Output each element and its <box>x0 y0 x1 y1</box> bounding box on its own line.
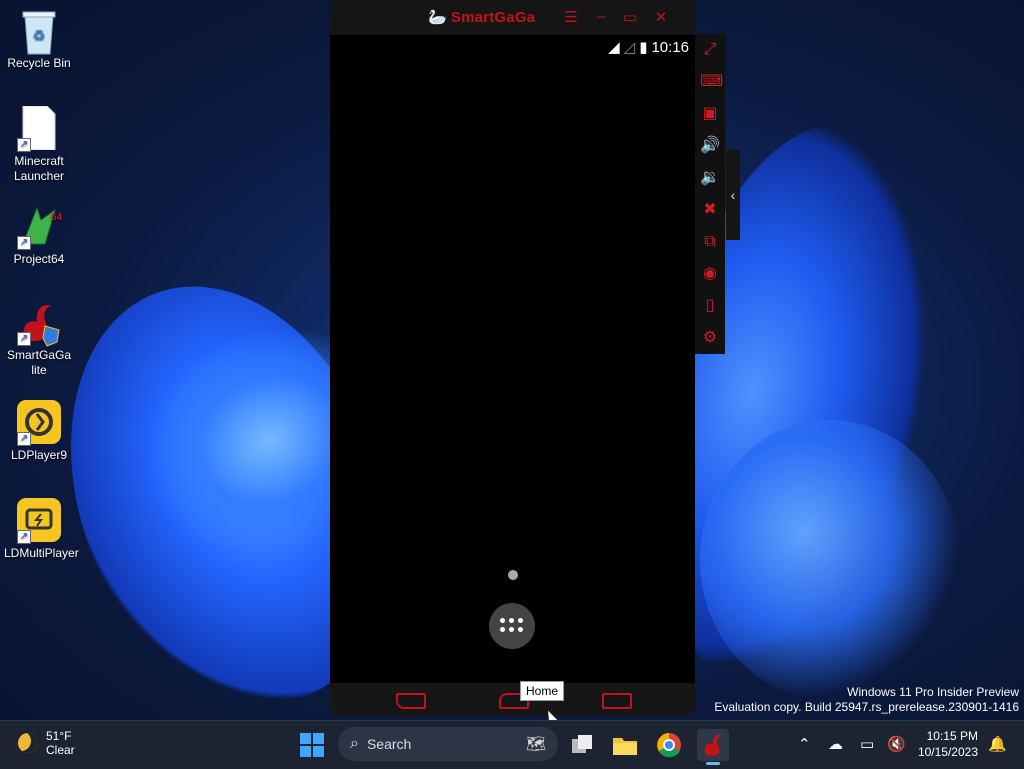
status-time: 10:16 <box>651 38 689 56</box>
page-indicator <box>508 570 518 580</box>
window-titlebar[interactable]: 🦢 SmartGaGa ☰ – ▭ ✕ <box>330 0 695 35</box>
desktop-icon-smartgaga-lite[interactable]: ↗ SmartGaGa lite <box>4 300 74 378</box>
emulator-side-toolbar: ⤢ ⌨ ▣ 🔊 🔉 ✖ ⧉ ◉ ▯ ⚙ <box>695 34 725 354</box>
desktop-icon-minecraft-launcher[interactable]: ↗ Minecraft Launcher <box>4 105 74 184</box>
ldmultiplayer-icon: ↗ <box>17 498 61 544</box>
app-logo: 🦢 SmartGaGa <box>428 9 536 26</box>
location-icon[interactable]: ◉ <box>700 264 720 284</box>
desktop-icon-label: LDMultiPlayer <box>4 546 79 560</box>
smartgaga-swan-icon: ↗ <box>17 300 61 347</box>
shortcut-arrow-icon: ↗ <box>17 236 31 250</box>
shortcut-arrow-icon: ↗ <box>17 138 31 152</box>
document-icon: ↗ <box>17 105 61 152</box>
android-status-bar: ◢ ◿ ▮ 10:16 <box>608 38 689 57</box>
volume-down-icon[interactable]: 🔉 <box>700 168 720 188</box>
file-explorer-button[interactable] <box>609 729 641 761</box>
desktop-icon-recycle-bin[interactable]: ♻ Recycle Bin <box>4 8 74 71</box>
shake-icon[interactable]: ▯ <box>700 296 720 316</box>
search-icon: ⌕ <box>350 735 359 752</box>
chevron-left-icon: ‹ <box>730 187 736 203</box>
taskbar: 51°F Clear ⌕ Search 🗺 ⌃ ☁ ▭ 🔇 10:15 PM 1… <box>0 720 1024 769</box>
minimize-button[interactable]: – <box>592 8 610 25</box>
moon-icon <box>18 733 38 753</box>
smartgaga-taskbar-button[interactable] <box>697 729 729 765</box>
multi-instance-icon[interactable]: ⧉ <box>700 232 720 252</box>
volume-muted-icon[interactable]: 🔇 <box>887 735 906 753</box>
fullscreen-icon[interactable]: ⤢ <box>700 40 720 60</box>
network-icon[interactable]: ▭ <box>860 735 874 753</box>
taskbar-search[interactable]: ⌕ Search 🗺 <box>338 727 558 761</box>
weather-condition: Clear <box>46 743 75 757</box>
keyboard-icon[interactable]: ⌨ <box>700 72 723 92</box>
back-button[interactable] <box>396 693 426 709</box>
smartgaga-window[interactable]: 🦢 SmartGaGa ☰ – ▭ ✕ ◢ ◿ ▮ 10:16 <box>330 0 695 716</box>
wifi-icon: ◢ <box>608 39 620 56</box>
ldplayer-icon: ↗ <box>17 400 61 446</box>
notification-bell-icon[interactable]: 🔔 <box>988 735 1007 753</box>
android-nav-bar <box>330 683 695 716</box>
shortcut-arrow-icon: ↗ <box>17 530 31 544</box>
weather-widget[interactable]: 51°F Clear <box>18 729 75 757</box>
maximize-button[interactable]: ▭ <box>621 8 639 26</box>
desktop-icon-label: Project64 <box>13 252 65 266</box>
svg-text:♻: ♻ <box>33 27 46 43</box>
toolbar-collapse-button[interactable]: ‹ <box>726 150 740 240</box>
shortcut-arrow-icon: ↗ <box>17 332 31 346</box>
start-button[interactable] <box>300 733 324 757</box>
volume-up-icon[interactable]: 🔊 <box>700 136 720 156</box>
home-tooltip: Home <box>520 681 565 701</box>
close-icon: ✕ <box>654 9 668 26</box>
project64-icon: 64 ↗ <box>17 204 63 250</box>
search-highlight-icon: 🗺 <box>525 736 546 753</box>
desktop-icon-label: SmartGaGa lite <box>6 348 72 377</box>
battery-icon: ▮ <box>639 39 648 56</box>
apk-icon[interactable]: ▣ <box>700 104 720 124</box>
desktop-icon-label: Minecraft Launcher <box>13 154 65 183</box>
clock-date: 10/15/2023 <box>917 745 978 759</box>
desktop-icon-ldmultiplayer[interactable]: ↗ LDMultiPlayer <box>4 498 79 561</box>
recents-button[interactable] <box>602 693 632 709</box>
swan-logo-icon: 🦢 <box>428 9 447 26</box>
menu-icon: ☰ <box>564 9 578 26</box>
svg-text:64: 64 <box>51 212 61 223</box>
desktop-icon-project64[interactable]: 64 ↗ Project64 <box>4 204 74 267</box>
chevron-up-icon: ⌃ <box>798 736 811 753</box>
maximize-icon: ▭ <box>622 9 638 26</box>
desktop-icon-ldplayer9[interactable]: ↗ LDPlayer9 <box>4 400 74 463</box>
minimize-icon: – <box>596 8 606 25</box>
active-indicator <box>706 762 720 765</box>
weather-temp: 51°F <box>46 729 72 743</box>
menu-button[interactable]: ☰ <box>562 8 580 26</box>
show-hidden-icons-button[interactable]: ⌃ <box>798 735 811 753</box>
close-app-icon[interactable]: ✖ <box>700 200 720 220</box>
onedrive-icon[interactable]: ☁ <box>828 735 843 753</box>
app-drawer-button[interactable] <box>489 603 535 649</box>
wallpaper-bloom <box>700 420 960 700</box>
shortcut-arrow-icon: ↗ <box>17 432 31 446</box>
signal-icon: ◿ <box>623 39 636 56</box>
recycle-bin-icon: ♻ <box>17 8 61 55</box>
close-button[interactable]: ✕ <box>652 8 670 26</box>
settings-icon[interactable]: ⚙ <box>700 328 720 348</box>
search-placeholder: Search <box>366 736 412 752</box>
system-clock[interactable]: 10:15 PM 10/15/2023 <box>918 728 978 760</box>
task-view-button[interactable] <box>566 729 598 761</box>
chrome-button[interactable] <box>653 729 685 761</box>
desktop-icon-label: Recycle Bin <box>7 56 71 70</box>
windows-watermark: Windows 11 Pro Insider Preview Evaluatio… <box>714 685 1019 714</box>
desktop-icon-label: LDPlayer9 <box>10 448 68 462</box>
clock-time: 10:15 PM <box>926 729 978 743</box>
